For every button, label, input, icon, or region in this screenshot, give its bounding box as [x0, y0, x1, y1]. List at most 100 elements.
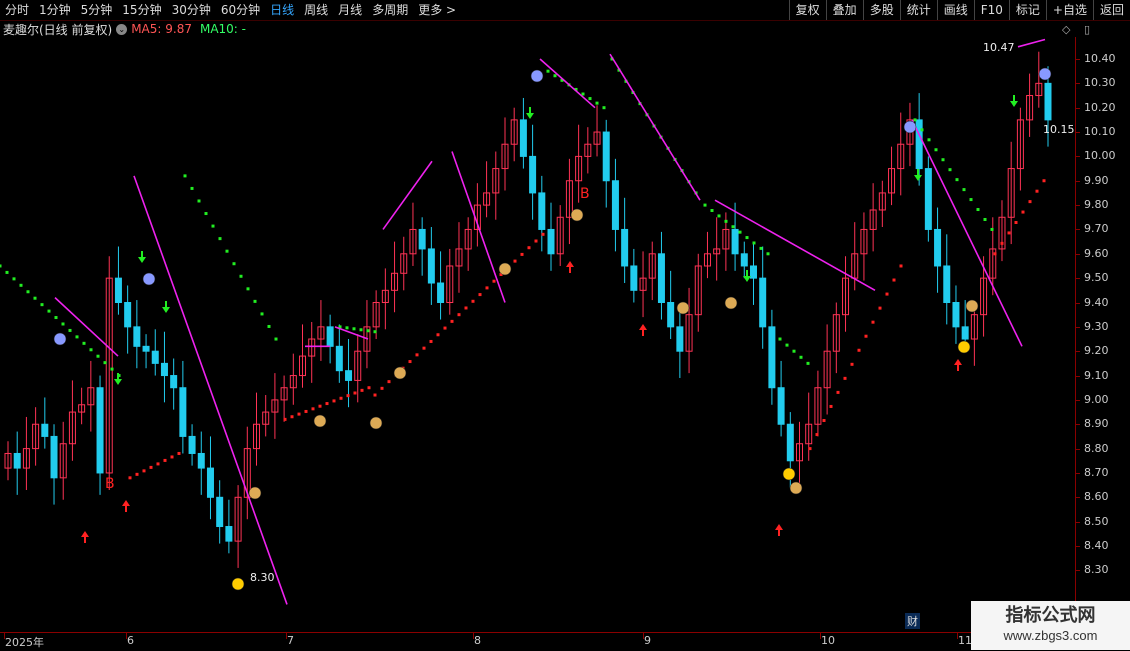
candle-body [768, 326, 776, 389]
period-tab[interactable]: 更多 > [413, 0, 461, 20]
diamond-icon[interactable]: ◇ [1062, 23, 1070, 36]
support-dot [815, 433, 819, 437]
candlestick-chart[interactable]: 10.47 8.30 10.15 B B [0, 37, 1075, 632]
finance-badge[interactable]: 财 [905, 613, 920, 629]
resistance-dot [373, 330, 377, 334]
price-tick-label: 9.80 [1084, 198, 1109, 212]
support-dot [843, 376, 847, 380]
resistance-dot [581, 92, 585, 96]
resistance-dot [211, 224, 215, 228]
candle-body [749, 265, 757, 279]
trendline [539, 58, 596, 109]
period-tab[interactable]: 15分钟 [117, 0, 166, 20]
price-tick-label: 10.00 [1084, 149, 1116, 163]
resistance-dot [204, 212, 208, 216]
candle-body [731, 228, 739, 255]
window-icon[interactable]: ▯ [1084, 23, 1090, 36]
period-tab[interactable]: 周线 [299, 0, 333, 20]
resistance-dot [703, 203, 707, 207]
last-price-label: 10.15 [1043, 123, 1075, 136]
trendline [451, 151, 506, 303]
period-tab[interactable]: 60分钟 [216, 0, 265, 20]
resistance-dot [40, 303, 44, 307]
period-tab[interactable]: 1分钟 [34, 0, 76, 20]
period-tab[interactable]: 5分钟 [76, 0, 118, 20]
ma5-readout: MA5: 9.87 [131, 22, 192, 36]
support-dot [142, 469, 146, 473]
candle-body [13, 452, 21, 469]
toolbar-action-button[interactable]: 复权 [788, 0, 826, 20]
period-tab[interactable]: 分时 [0, 0, 34, 20]
candle-body [197, 452, 205, 469]
support-dot [478, 293, 482, 297]
price-tick [1076, 521, 1080, 523]
support-dot [387, 380, 391, 384]
stock-title: 麦趣尔(日线 前复权) [3, 22, 113, 37]
toolbar-action-button[interactable]: 返回 [1092, 0, 1130, 20]
resistance-dot [359, 328, 363, 332]
toolbar-action-button[interactable]: F10 [973, 0, 1009, 20]
toolbar-action-button[interactable]: 标记 [1008, 0, 1046, 20]
toolbar-action-button[interactable]: 画线 [936, 0, 974, 20]
toolbar-action-button[interactable]: 统计 [899, 0, 937, 20]
resistance-dot [588, 97, 592, 101]
period-tab[interactable]: 30分钟 [167, 0, 216, 20]
resistance-dot [553, 74, 557, 78]
money-bag-icon [393, 366, 407, 380]
resistance-dot [806, 361, 810, 365]
support-dot [311, 407, 315, 411]
resistance-dot [47, 309, 51, 313]
candle-body [740, 253, 748, 267]
resistance-dot [595, 101, 599, 105]
trendline [334, 326, 369, 340]
price-tick-label: 8.40 [1084, 539, 1109, 552]
resistance-dot [955, 178, 959, 182]
date-tick-label: 6 [127, 634, 134, 647]
sad-face-icon [53, 332, 67, 346]
support-dot [408, 360, 412, 364]
resistance-dot [5, 270, 9, 274]
dropdown-icon[interactable]: ⌄ [116, 23, 128, 35]
date-tick-label: 9 [644, 634, 651, 647]
period-tab[interactable]: 月线 [333, 0, 367, 20]
date-axis: 2025年 6 7 8 9 10 11 [0, 632, 1075, 651]
support-dot [297, 412, 301, 416]
support-dot [373, 393, 377, 397]
support-dot [520, 252, 524, 256]
period-tab[interactable]: 多周期 [367, 0, 413, 20]
date-tick-label: 7 [287, 634, 294, 647]
toolbar-action-button[interactable]: +自选 [1045, 0, 1093, 20]
resistance-dot [54, 316, 58, 320]
money-bag-icon [676, 301, 690, 315]
toolbar-action-button[interactable]: 多股 [862, 0, 900, 20]
candle-body [427, 248, 435, 284]
resistance-dot [969, 198, 973, 202]
resistance-dot [731, 225, 735, 229]
date-tick [473, 633, 474, 639]
support-dot [367, 386, 371, 390]
resistance-dot [19, 283, 23, 287]
trendline [609, 53, 701, 201]
candle-body [786, 423, 794, 462]
resistance-dot [941, 158, 945, 162]
candle-body [151, 350, 159, 364]
resistance-dot [792, 349, 796, 353]
period-tab[interactable]: 日线 [265, 0, 299, 20]
down-arrow-icon [138, 251, 146, 263]
candle-body [114, 277, 122, 303]
resistance-dot [962, 188, 966, 192]
sad-face-icon [142, 272, 156, 286]
toolbar-action-button[interactable]: 叠加 [825, 0, 863, 20]
support-dot [471, 299, 475, 303]
up-arrow-icon [639, 324, 647, 336]
price-tick [1076, 278, 1080, 280]
price-tick-label: 8.50 [1084, 514, 1109, 528]
price-tick [1076, 351, 1080, 353]
support-dot [318, 404, 322, 408]
price-tick [1076, 375, 1080, 377]
candle-body [170, 375, 178, 389]
smiley-icon [782, 467, 796, 481]
support-dot [878, 306, 882, 310]
price-tick-label: 10.40 [1084, 52, 1116, 65]
support-dot [864, 334, 868, 338]
